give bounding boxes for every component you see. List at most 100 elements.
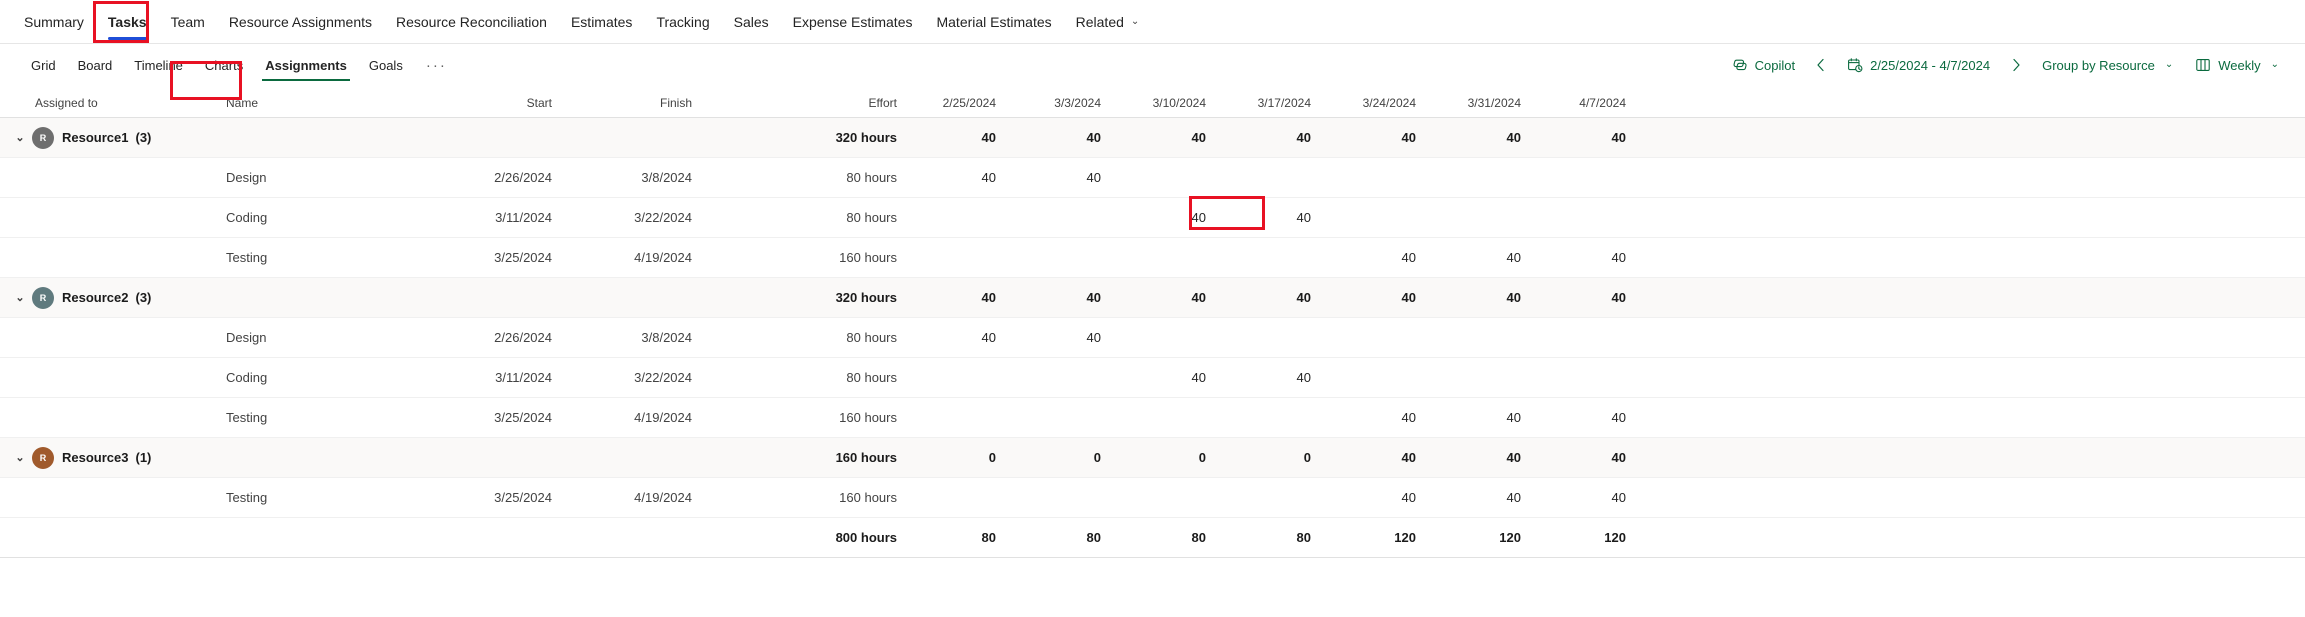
grid-cell-week[interactable]: 40	[1555, 250, 1660, 265]
period-dropdown[interactable]: Weekly ⌄	[2185, 50, 2289, 80]
view-tab-board[interactable]: Board	[67, 44, 124, 86]
task-effort-cell[interactable]: 160 hours	[740, 410, 925, 425]
column-header-week[interactable]: 3/24/2024	[1345, 96, 1450, 117]
task-name-cell[interactable]: Testing	[150, 490, 440, 505]
grid-cell-week[interactable]: 40	[1555, 410, 1660, 425]
task-finish-cell[interactable]: 3/8/2024	[590, 170, 740, 185]
column-header-assigned-to[interactable]: Assigned to	[0, 96, 150, 117]
grid-cell-week[interactable]: 0	[1030, 450, 1135, 465]
entity-tab-resource-assignments[interactable]: Resource Assignments	[217, 0, 384, 44]
entity-tab-expense-estimates[interactable]: Expense Estimates	[781, 0, 925, 44]
grid-cell-week[interactable]: 40	[1345, 450, 1450, 465]
entity-tab-material-estimates[interactable]: Material Estimates	[924, 0, 1063, 44]
view-tab-charts[interactable]: Charts	[194, 44, 254, 86]
table-row[interactable]: Coding 3/11/2024 3/22/2024 80 hours 40 40	[0, 198, 2305, 238]
grid-cell-week[interactable]: 0	[1135, 450, 1240, 465]
task-start-cell[interactable]: 3/25/2024	[440, 250, 590, 265]
table-row[interactable]: Testing 3/25/2024 4/19/2024 160 hours 40 40 40	[0, 398, 2305, 438]
grid-cell-week[interactable]: 40	[1135, 370, 1240, 385]
task-finish-cell[interactable]: 4/19/2024	[590, 250, 740, 265]
grid-cell-week[interactable]: 40	[925, 290, 1030, 305]
column-header-finish[interactable]: Finish	[590, 96, 740, 117]
column-header-week[interactable]: 3/10/2024	[1135, 96, 1240, 117]
task-effort-cell[interactable]: 160 hours	[740, 250, 925, 265]
task-name-cell[interactable]: Design	[150, 170, 440, 185]
grid-cell-week[interactable]: 40	[1240, 370, 1345, 385]
table-row[interactable]: Coding 3/11/2024 3/22/2024 80 hours 40 40	[0, 358, 2305, 398]
task-effort-cell[interactable]: 160 hours	[740, 490, 925, 505]
grid-cell-week[interactable]: 40	[1030, 170, 1135, 185]
entity-tab-team[interactable]: Team	[159, 0, 217, 44]
grid-cell-week[interactable]: 0	[1240, 450, 1345, 465]
grid-cell-week[interactable]: 40	[1030, 130, 1135, 145]
task-start-cell[interactable]: 3/11/2024	[440, 210, 590, 225]
grid-cell-week[interactable]: 40	[1555, 490, 1660, 505]
date-range-button[interactable]: 2/25/2024 - 4/7/2024	[1837, 50, 2000, 80]
grid-cell-week[interactable]: 40	[1030, 330, 1135, 345]
grid-cell-week[interactable]: 40	[1345, 490, 1450, 505]
group-expand-chevron-icon[interactable]: ⌄	[8, 451, 32, 464]
grid-cell-week[interactable]: 40	[1135, 210, 1240, 225]
grid-cell-week[interactable]: 40	[925, 170, 1030, 185]
group-expand-chevron-icon[interactable]: ⌄	[8, 291, 32, 304]
table-row[interactable]: Testing 3/25/2024 4/19/2024 160 hours 40 40 40	[0, 238, 2305, 278]
table-row[interactable]: Design 2/26/2024 3/8/2024 80 hours 40 40	[0, 158, 2305, 198]
column-header-week[interactable]: 4/7/2024	[1555, 96, 1660, 117]
entity-tab-summary[interactable]: Summary	[12, 0, 96, 44]
task-name-cell[interactable]: Coding	[150, 370, 440, 385]
grid-cell-week[interactable]: 40	[1450, 290, 1555, 305]
grid-cell-week[interactable]: 40	[1240, 130, 1345, 145]
column-header-week[interactable]: 2/25/2024	[925, 96, 1030, 117]
group-by-dropdown[interactable]: Group by Resource ⌄	[2032, 50, 2183, 80]
task-start-cell[interactable]: 2/26/2024	[440, 330, 590, 345]
view-tab-goals[interactable]: Goals	[358, 44, 414, 86]
grid-cell-week[interactable]: 40	[1345, 250, 1450, 265]
grid-cell-week[interactable]: 40	[1240, 290, 1345, 305]
task-finish-cell[interactable]: 4/19/2024	[590, 410, 740, 425]
grid-cell-week[interactable]: 40	[1345, 290, 1450, 305]
grid-cell-week[interactable]: 40	[1135, 290, 1240, 305]
task-finish-cell[interactable]: 3/22/2024	[590, 370, 740, 385]
column-header-week[interactable]: 3/17/2024	[1240, 96, 1345, 117]
task-finish-cell[interactable]: 4/19/2024	[590, 490, 740, 505]
entity-tab-tracking[interactable]: Tracking	[644, 0, 721, 44]
grid-cell-week[interactable]: 40	[1450, 490, 1555, 505]
view-tab-assignments[interactable]: Assignments	[254, 44, 358, 86]
task-effort-cell[interactable]: 80 hours	[740, 370, 925, 385]
task-effort-cell[interactable]: 80 hours	[740, 210, 925, 225]
grid-cell-week[interactable]: 40	[1450, 130, 1555, 145]
entity-tab-sales[interactable]: Sales	[722, 0, 781, 44]
group-row[interactable]: ⌄ R Resource2 (3) 320 hours 40 40 40 40 40 40 40	[0, 278, 2305, 318]
task-finish-cell[interactable]: 3/22/2024	[590, 210, 740, 225]
view-tab-timeline[interactable]: Timeline	[123, 44, 194, 86]
task-name-cell[interactable]: Testing	[150, 410, 440, 425]
more-views-button[interactable]: ···	[414, 44, 459, 86]
grid-cell-week[interactable]: 40	[1450, 410, 1555, 425]
grid-cell-week[interactable]: 40	[925, 130, 1030, 145]
column-header-effort[interactable]: Effort	[740, 96, 925, 117]
task-effort-cell[interactable]: 80 hours	[740, 170, 925, 185]
grid-cell-week[interactable]: 40	[1030, 290, 1135, 305]
column-header-start[interactable]: Start	[440, 96, 590, 117]
copilot-button[interactable]: Copilot	[1722, 50, 1805, 80]
task-start-cell[interactable]: 3/25/2024	[440, 490, 590, 505]
task-start-cell[interactable]: 3/11/2024	[440, 370, 590, 385]
task-effort-cell[interactable]: 80 hours	[740, 330, 925, 345]
grid-cell-week[interactable]: 0	[925, 450, 1030, 465]
column-header-week[interactable]: 3/3/2024	[1030, 96, 1135, 117]
next-period-button[interactable]	[2002, 51, 2030, 79]
task-name-cell[interactable]: Design	[150, 330, 440, 345]
grid-cell-week[interactable]: 40	[925, 330, 1030, 345]
group-expand-chevron-icon[interactable]: ⌄	[8, 131, 32, 144]
table-row[interactable]: Design 2/26/2024 3/8/2024 80 hours 40 40	[0, 318, 2305, 358]
entity-tab-related[interactable]: Related ⌄	[1064, 0, 1152, 44]
group-row[interactable]: ⌄ R Resource3 (1) 160 hours 0 0 0 0 40 40 40	[0, 438, 2305, 478]
task-finish-cell[interactable]: 3/8/2024	[590, 330, 740, 345]
entity-tab-estimates[interactable]: Estimates	[559, 0, 644, 44]
grid-cell-week[interactable]: 40	[1555, 130, 1660, 145]
grid-cell-week[interactable]: 40	[1240, 210, 1345, 225]
entity-tab-resource-reconciliation[interactable]: Resource Reconciliation	[384, 0, 559, 44]
group-row[interactable]: ⌄ R Resource1 (3) 320 hours 40 40 40 40 40 40 40	[0, 118, 2305, 158]
task-name-cell[interactable]: Coding	[150, 210, 440, 225]
grid-cell-week[interactable]: 40	[1450, 450, 1555, 465]
